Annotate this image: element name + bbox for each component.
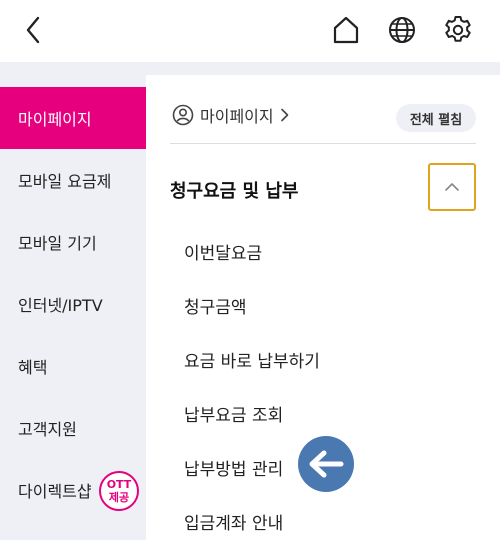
- home-icon[interactable]: [330, 14, 362, 46]
- gear-icon[interactable]: [442, 14, 474, 46]
- breadcrumb[interactable]: 마이페이지: [172, 103, 290, 127]
- menu-item-billed-amount[interactable]: 청구금액: [184, 293, 247, 318]
- menu-item-payment-history[interactable]: 납부요금 조회: [184, 401, 283, 426]
- sidebar-item-mobile-plans[interactable]: 모바일 요금제: [0, 149, 146, 211]
- sidebar: 마이페이지 모바일 요금제 모바일 기기 인터넷/IPTV 혜택 고객지원 다이…: [0, 75, 146, 540]
- sidebar-item-label: 마이페이지: [18, 110, 92, 129]
- menu-item-this-month-bill[interactable]: 이번달요금: [184, 239, 262, 264]
- menu-item-deposit-account[interactable]: 입금계좌 안내: [184, 509, 283, 534]
- back-arrow-icon[interactable]: [20, 14, 48, 46]
- sidebar-item-direct-shop[interactable]: 다이렉트샵 OTT 제공: [0, 459, 146, 521]
- sidebar-item-benefits[interactable]: 혜택: [0, 335, 146, 397]
- sidebar-item-label: 혜택: [18, 358, 48, 377]
- sidebar-item-label: 다이렉트샵: [18, 482, 92, 501]
- chevron-up-icon: [445, 183, 459, 191]
- top-bar: [0, 0, 500, 62]
- chevron-right-icon: [280, 108, 288, 122]
- menu-item-payment-method[interactable]: 납부방법 관리: [184, 455, 283, 480]
- sidebar-item-label: 모바일 요금제: [18, 172, 112, 191]
- section-title[interactable]: 청구요금 및 납부: [170, 177, 298, 203]
- sidebar-item-label: 인터넷/IPTV: [18, 296, 103, 315]
- ott-badge: OTT 제공: [99, 471, 139, 511]
- left-arrow-pointer-icon: [298, 436, 354, 492]
- globe-icon[interactable]: [386, 14, 418, 46]
- divider: [170, 143, 476, 144]
- sidebar-item-mobile-devices[interactable]: 모바일 기기: [0, 211, 146, 273]
- expand-all-button[interactable]: 전체 펼침: [396, 104, 476, 132]
- menu-item-pay-now[interactable]: 요금 바로 납부하기: [184, 347, 320, 372]
- ott-badge-line2: 제공: [108, 491, 130, 504]
- sidebar-item-label: 고객지원: [18, 420, 77, 439]
- sidebar-item-mypage[interactable]: 마이페이지: [0, 87, 146, 149]
- ott-badge-line1: OTT: [106, 478, 132, 491]
- collapse-section-button[interactable]: [428, 163, 476, 211]
- sidebar-item-label: 모바일 기기: [18, 234, 97, 253]
- sidebar-item-internet-iptv[interactable]: 인터넷/IPTV: [0, 273, 146, 335]
- sidebar-item-support[interactable]: 고객지원: [0, 397, 146, 459]
- breadcrumb-label: 마이페이지: [200, 107, 274, 126]
- header-divider: [0, 62, 500, 75]
- user-icon: [172, 104, 194, 126]
